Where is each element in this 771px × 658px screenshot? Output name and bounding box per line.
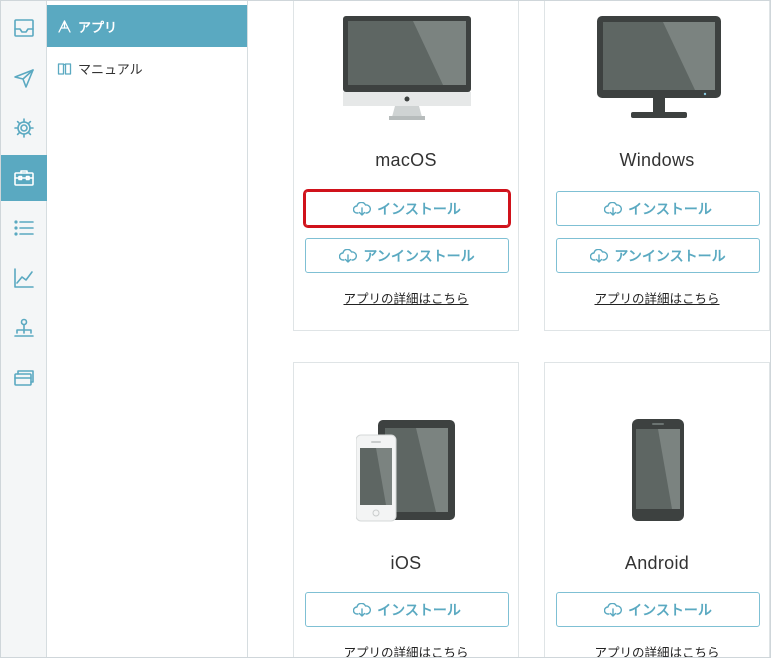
sidebar-item-list[interactable] xyxy=(1,205,47,251)
paper-plane-icon xyxy=(14,69,34,88)
monitor-icon xyxy=(597,16,721,118)
sidebar-item-tools[interactable] xyxy=(1,155,47,201)
cloud-download-icon xyxy=(353,201,372,216)
sidebar-item-billing[interactable] xyxy=(1,355,47,401)
app-card-ios: iOS インストール アプリの詳細はこちら xyxy=(293,362,519,657)
uninstall-button-windows[interactable]: アンインストール xyxy=(556,238,760,273)
book-icon xyxy=(57,62,72,75)
ipad-iphone-icon xyxy=(356,420,455,522)
uninstall-button-macos[interactable]: アンインストール xyxy=(305,238,509,273)
cloud-download-icon xyxy=(353,602,372,617)
app-name: Android xyxy=(624,553,690,573)
app-details-link-windows[interactable]: アプリの詳細はこちら xyxy=(545,288,769,307)
app-card-macos: macOS インストール アンインストール アプリの詳細はこちら xyxy=(293,1,519,331)
app-details-link-ios[interactable]: アプリの詳細はこちら xyxy=(294,642,518,657)
install-button-android[interactable]: インストール xyxy=(556,592,760,627)
sidebar-item-users[interactable] xyxy=(1,305,47,351)
imac-icon xyxy=(343,16,471,120)
line-chart-icon xyxy=(14,268,34,288)
app-card-windows: Windows インストール アンインストール アプリの詳細はこちら xyxy=(544,1,770,331)
app-details-link-android[interactable]: アプリの詳細はこちら xyxy=(545,642,769,657)
sidebar-item-inbox[interactable] xyxy=(1,5,47,51)
sidebar-item-send[interactable] xyxy=(1,55,47,101)
inbox-icon xyxy=(14,19,34,37)
subnav-item-label: マニュアル xyxy=(78,61,143,77)
app-details-link-macos[interactable]: アプリの詳細はこちら xyxy=(294,288,518,307)
app-card-android: Android インストール アプリの詳細はこちら xyxy=(544,362,770,657)
cards-icon xyxy=(14,370,34,386)
cloud-download-icon xyxy=(604,602,623,617)
apps-content: macOS インストール アンインストール アプリの詳細はこちら Windows xyxy=(248,1,770,657)
cloud-download-icon xyxy=(604,201,623,216)
install-button-macos[interactable]: インストール xyxy=(303,189,511,228)
list-icon xyxy=(14,220,34,236)
app-name: iOS xyxy=(390,553,422,573)
person-tree-icon xyxy=(14,318,34,337)
subnav-item-manual[interactable]: マニュアル xyxy=(47,47,247,89)
android-phone-icon xyxy=(632,419,684,521)
install-button-windows[interactable]: インストール xyxy=(556,191,760,226)
toolbox-icon xyxy=(14,170,34,186)
gear-icon xyxy=(14,118,34,138)
app-window: アプリ マニュアル macOS インストール アンインストール アプリの詳細はこ… xyxy=(0,0,771,658)
subnav-item-label: アプリ xyxy=(78,19,118,35)
cloud-download-icon xyxy=(590,248,609,263)
install-button-ios[interactable]: インストール xyxy=(305,592,509,627)
subnav-item-apps[interactable]: アプリ xyxy=(47,5,247,47)
sidebar-item-settings[interactable] xyxy=(1,105,47,151)
app-name: macOS xyxy=(375,150,437,170)
sub-navigation: アプリ マニュアル xyxy=(47,1,248,657)
app-icon xyxy=(58,19,71,33)
app-name: Windows xyxy=(619,150,695,170)
cloud-download-icon xyxy=(339,248,358,263)
sidebar-item-reports[interactable] xyxy=(1,255,47,301)
icon-sidebar xyxy=(1,1,47,657)
